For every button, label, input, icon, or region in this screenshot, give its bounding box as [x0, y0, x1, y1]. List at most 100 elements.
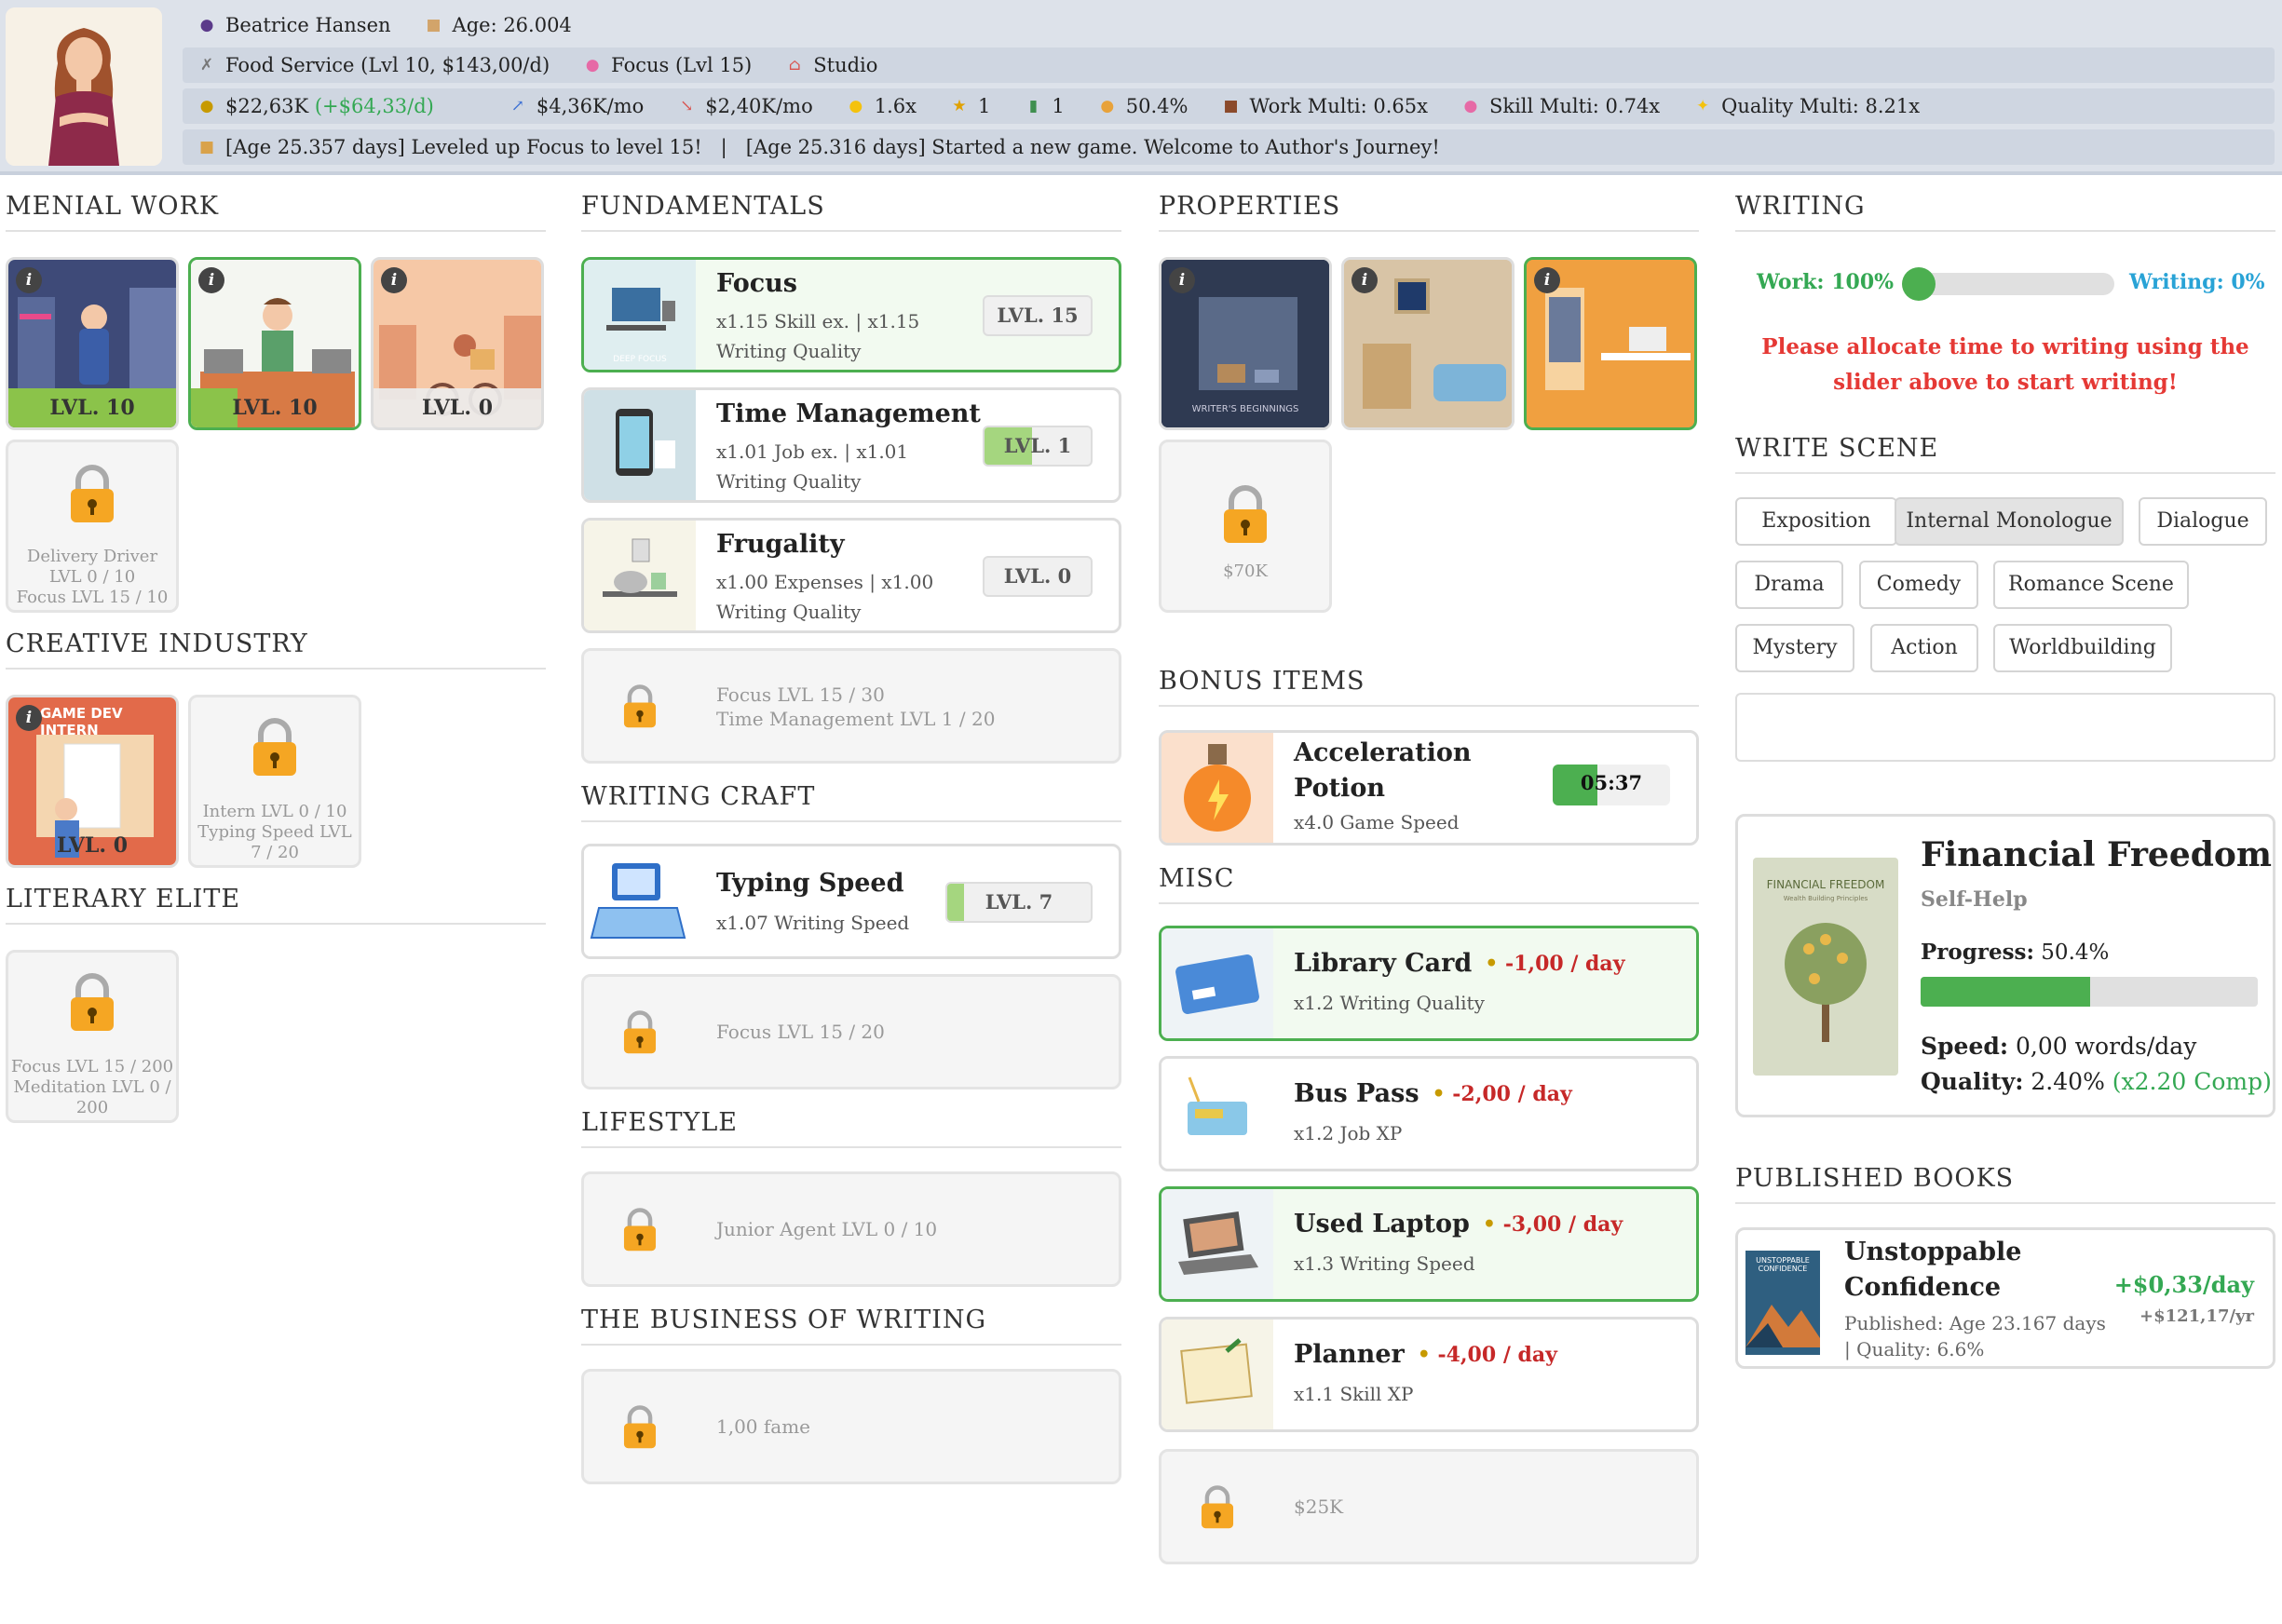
- book-genre: Self-Help: [1921, 887, 2028, 912]
- cost-dot: •: [1432, 1081, 1446, 1106]
- progress-label: Progress:: [1921, 940, 2034, 965]
- phone-illustration: [584, 390, 696, 500]
- lock-requirement: Focus LVL 15 / 200: [10, 1057, 174, 1076]
- scene-tag-dialogue[interactable]: Dialogue: [2139, 497, 2267, 546]
- awards-count: 1: [978, 95, 991, 117]
- cost-dot: •: [1417, 1342, 1431, 1367]
- skill-card-focus[interactable]: DEEP FOCUS Focus x1.15 Skill ex. | x1.15…: [581, 257, 1121, 372]
- briefcase-icon: ■: [1223, 97, 1239, 115]
- locked-property: $70K: [1159, 440, 1332, 613]
- header-row-stats: ● $22,63K (+$64,33/d) ↗ $4,36K/mo ↘ $2,40K/…: [183, 88, 2275, 124]
- lightbulb-icon: ●: [849, 97, 863, 115]
- item-name: Potion: [1294, 774, 1385, 803]
- skill-effect: x1.00 Expenses | x1.00: [716, 571, 934, 593]
- lock-requirement: 200: [75, 1098, 109, 1117]
- current-book-card[interactable]: FINANCIAL FREEDOM Wealth Building Princi…: [1735, 814, 2275, 1117]
- property-label: WRITER'S BEGINNINGS: [1191, 404, 1299, 414]
- lock-icon: [1201, 1485, 1234, 1529]
- bonus-item-acceleration-potion[interactable]: Acceleration Potion x4.0 Game Speed 05:3…: [1159, 730, 1699, 846]
- item-name: Bus Pass: [1294, 1079, 1419, 1108]
- quality-multi: Quality Multi: 8.21x: [1721, 95, 1921, 117]
- section-writing: WRITING: [1735, 192, 2275, 232]
- info-icon[interactable]: i: [1534, 267, 1560, 293]
- misc-item-used-laptop[interactable]: Used Laptop • -3,00 / day x1.3 Writing S…: [1159, 1186, 1699, 1302]
- avatar-illustration: [6, 7, 162, 166]
- section-misc: MISC: [1159, 864, 1699, 904]
- lock-icon: [1224, 485, 1267, 543]
- info-icon[interactable]: i: [16, 705, 42, 731]
- skill-level: LVL. 1: [1003, 434, 1072, 457]
- property-tile-3-studio[interactable]: i: [1524, 257, 1697, 430]
- scene-tag-mystery[interactable]: Mystery: [1735, 624, 1854, 672]
- scene-tag-romance-scene[interactable]: Romance Scene: [1993, 561, 2189, 609]
- tools-icon: ✗: [199, 56, 214, 74]
- info-icon[interactable]: i: [1352, 267, 1378, 293]
- item-effect: x1.1 Skill XP: [1294, 1383, 1414, 1405]
- info-icon[interactable]: i: [16, 267, 42, 293]
- job-tile-game-dev-intern[interactable]: GAME DEV INTERN LVL. 0 i: [6, 695, 179, 868]
- speed-value: 0,00 words/day: [2016, 1033, 2197, 1060]
- book-progress-bar: [1921, 977, 2258, 1007]
- misc-item-bus-pass[interactable]: Bus Pass • -2,00 / day x1.2 Job XP: [1159, 1056, 1699, 1171]
- item-price: $25K: [1294, 1495, 1344, 1518]
- piggy-bank-illustration: [584, 521, 696, 630]
- section-literary-elite: LITERARY ELITE: [6, 885, 546, 925]
- scene-tag-internal-monologue[interactable]: Internal Monologue: [1895, 497, 2124, 546]
- item-name: Planner: [1294, 1340, 1405, 1369]
- section-menial-work: MENIAL WORK: [6, 192, 546, 232]
- current-home: Studio: [813, 54, 878, 76]
- lock-requirement: 7 / 20: [251, 843, 299, 862]
- skill-multi: Skill Multi: 0.74x: [1488, 95, 1661, 117]
- skill-level: LVL. 7: [985, 890, 1053, 914]
- info-icon[interactable]: i: [1169, 267, 1195, 293]
- brain-icon: ●: [1463, 97, 1478, 115]
- quality-comp: (x2.20 Comp): [2112, 1068, 2272, 1095]
- skill-card-frugality[interactable]: Frugality x1.00 Expenses | x1.00 Writing…: [581, 518, 1121, 633]
- slider-thumb[interactable]: [1902, 267, 1936, 301]
- scene-tag-comedy[interactable]: Comedy: [1859, 561, 1978, 609]
- scene-tag-action[interactable]: Action: [1870, 624, 1978, 672]
- skill-effect: Writing Quality: [716, 340, 862, 362]
- locked-skill-writing-craft: Focus LVL 15 / 20: [581, 974, 1121, 1089]
- potion-timer-text: 05:37: [1580, 771, 1643, 794]
- skill-level-box: LVL. 7: [945, 882, 1093, 923]
- laptop-illustration: [1161, 1189, 1273, 1299]
- section-published-books: PUBLISHED BOOKS: [1735, 1164, 2275, 1204]
- scene-tag-worldbuilding[interactable]: Worldbuilding: [1993, 624, 2172, 672]
- skill-effect: x1.15 Skill ex. | x1.15: [716, 310, 920, 332]
- info-icon[interactable]: i: [198, 267, 224, 293]
- section-creative-industry: CREATIVE INDUSTRY: [6, 629, 546, 670]
- time-allocation-slider[interactable]: [1902, 267, 2114, 301]
- scene-tag-drama[interactable]: Drama: [1735, 561, 1843, 609]
- item-name: Library Card: [1294, 949, 1473, 978]
- job-tile-3[interactable]: LVL. 0 i: [371, 257, 544, 430]
- published-date: Published: Age 23.167 days: [1844, 1312, 2106, 1334]
- skill-card-typing-speed[interactable]: Typing Speed x1.07 Writing Speed LVL. 7: [581, 844, 1121, 959]
- property-tile-1[interactable]: WRITER'S BEGINNINGS i: [1159, 257, 1332, 430]
- lock-requirement: Typing Speed LVL: [197, 822, 352, 842]
- event-log: ■ [Age 25.357 days] Leveled up Focus to l…: [183, 129, 2275, 165]
- job-tile-1[interactable]: LVL. 10 i: [6, 257, 179, 430]
- scene-output-area[interactable]: [1735, 693, 2275, 762]
- job-tile-2[interactable]: LVL. 10 i: [188, 257, 361, 430]
- scene-tag-exposition[interactable]: Exposition: [1735, 497, 1897, 546]
- item-name: Used Laptop: [1294, 1210, 1470, 1238]
- lock-requirement: Delivery Driver: [26, 547, 158, 566]
- locked-skill-lifestyle: Junior Agent LVL 0 / 10: [581, 1171, 1121, 1287]
- current-job: Food Service (Lvl 10, $143,00/d): [225, 54, 550, 76]
- lock-requirement: Focus LVL 15 / 30: [716, 683, 885, 706]
- person-icon: ●: [199, 16, 214, 34]
- sparkle-icon: ✦: [1696, 97, 1710, 115]
- progress-value: 50.4%: [2041, 941, 2110, 965]
- avatar[interactable]: [6, 7, 162, 166]
- skill-name: Time Management: [716, 399, 981, 428]
- misc-item-planner[interactable]: Planner • -4,00 / day x1.1 Skill XP: [1159, 1317, 1699, 1432]
- misc-item-library-card[interactable]: Library Card • -1,00 / day x1.2 Writing …: [1159, 926, 1699, 1041]
- skill-effect: x1.07 Writing Speed: [716, 912, 910, 934]
- tile-banner: GAME DEV INTERN: [40, 705, 123, 738]
- work-allocation-label: Work: 100%: [1757, 270, 1895, 294]
- published-book-card[interactable]: UNSTOPPABLE CONFIDENCE Unstoppable Confi…: [1735, 1227, 2275, 1369]
- property-tile-2[interactable]: i: [1341, 257, 1515, 430]
- skill-card-time-management[interactable]: Time Management x1.01 Job ex. | x1.01 Wr…: [581, 387, 1121, 503]
- info-icon[interactable]: i: [381, 267, 407, 293]
